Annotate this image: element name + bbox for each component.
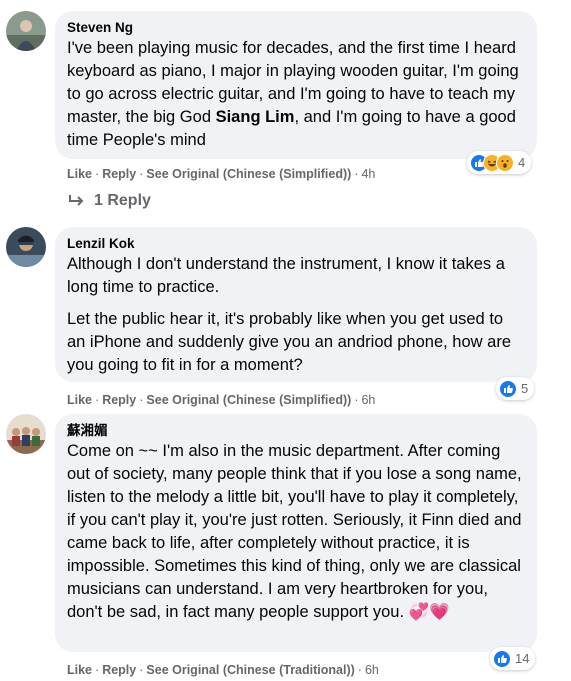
- reply-button[interactable]: Reply: [102, 663, 136, 677]
- comment-bubble: 蘇湘媚 Come on ~~ I'm also in the music dep…: [55, 414, 537, 652]
- avatar[interactable]: [6, 414, 46, 454]
- reaction-count: 14: [515, 651, 530, 666]
- wow-reaction-icon: [496, 153, 514, 172]
- view-replies-link[interactable]: 1 Reply: [68, 192, 151, 210]
- comment-text: Let the public hear it, it's probably li…: [67, 310, 512, 374]
- replies-count[interactable]: 1 Reply: [94, 192, 151, 210]
- reaction-count: 5: [521, 381, 529, 396]
- comment-text: Come on ~~ I'm also in the music departm…: [67, 442, 522, 621]
- comment-author[interactable]: Steven Ng: [67, 19, 525, 37]
- see-original-button[interactable]: See Original (Chinese (Simplified)): [146, 167, 351, 181]
- reply-arrow-icon: [69, 195, 84, 206]
- timestamp[interactable]: 4h: [361, 167, 375, 181]
- timestamp[interactable]: 6h: [361, 393, 375, 407]
- reaction-summary[interactable]: 14: [490, 647, 536, 670]
- reply-button[interactable]: Reply: [102, 167, 136, 181]
- see-original-button[interactable]: See Original (Chinese (Traditional)): [146, 663, 354, 677]
- reaction-summary[interactable]: 5: [496, 377, 535, 400]
- avatar[interactable]: [6, 11, 46, 51]
- reaction-count: 4: [518, 155, 526, 170]
- like-reaction-icon: [493, 649, 511, 668]
- reply-button[interactable]: Reply: [102, 393, 136, 407]
- comment-actions: Like · Reply · See Original (Chinese (Simpli…: [67, 393, 376, 407]
- comment-actions: Like · Reply · See Original (Chinese (Simpli…: [67, 167, 376, 181]
- comment-author[interactable]: 蘇湘媚: [67, 422, 525, 440]
- mentioned-name[interactable]: Siang Lim: [216, 108, 295, 126]
- comment-text: Although I don't understand the instrume…: [67, 255, 505, 296]
- like-button[interactable]: Like: [67, 393, 92, 407]
- comment-bubble: Lenzil Kok Although I don't understand t…: [55, 227, 537, 382]
- see-original-button[interactable]: See Original (Chinese (Simplified)): [146, 393, 351, 407]
- comment-author[interactable]: Lenzil Kok: [67, 235, 525, 253]
- like-reaction-icon: [499, 379, 517, 398]
- comment-bubble: Steven Ng I've been playing music for de…: [55, 11, 537, 159]
- timestamp[interactable]: 6h: [365, 663, 379, 677]
- comment-text: I've been playing music for decades, and…: [67, 39, 519, 149]
- reaction-summary[interactable]: 4: [467, 151, 532, 174]
- avatar[interactable]: [6, 227, 46, 267]
- heart-emoji: 💞💗: [408, 603, 450, 621]
- like-button[interactable]: Like: [67, 663, 92, 677]
- comment-actions: Like · Reply · See Original (Chinese (Tradit…: [67, 663, 379, 677]
- like-button[interactable]: Like: [67, 167, 92, 181]
